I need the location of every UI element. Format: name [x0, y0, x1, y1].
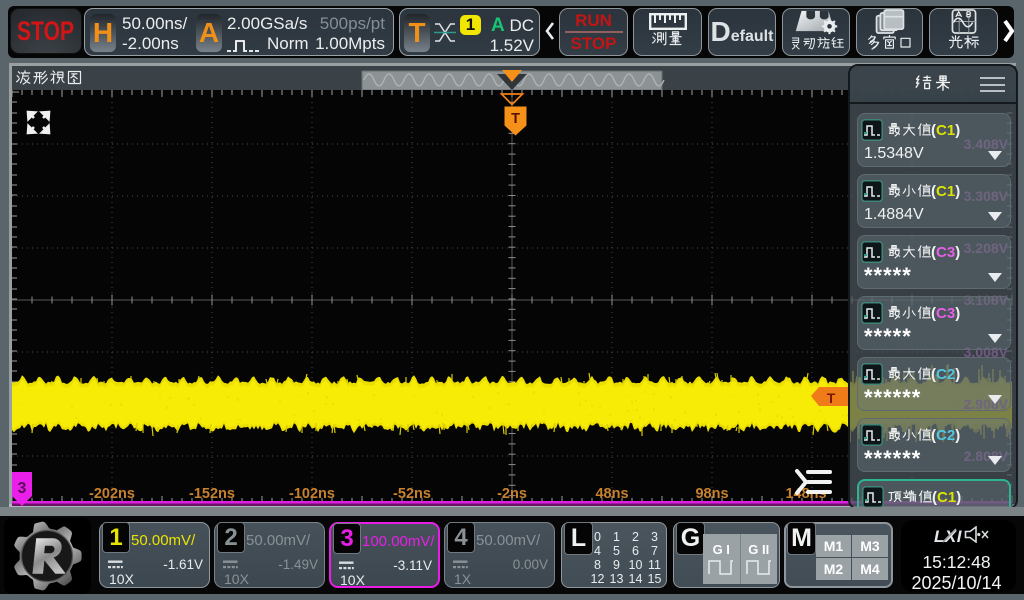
- svg-text:98ns: 98ns: [695, 486, 728, 502]
- svg-text:-2ns: -2ns: [497, 486, 527, 502]
- svg-text:48ns: 48ns: [595, 486, 628, 502]
- svg-text:T: T: [511, 111, 520, 127]
- svg-text:-52ns: -52ns: [393, 486, 431, 502]
- svg-text:3: 3: [18, 480, 27, 497]
- svg-text:-152ns: -152ns: [189, 486, 235, 502]
- svg-text:T: T: [827, 390, 836, 406]
- svg-text:-202ns: -202ns: [89, 486, 135, 502]
- svg-text:-102ns: -102ns: [289, 486, 335, 502]
